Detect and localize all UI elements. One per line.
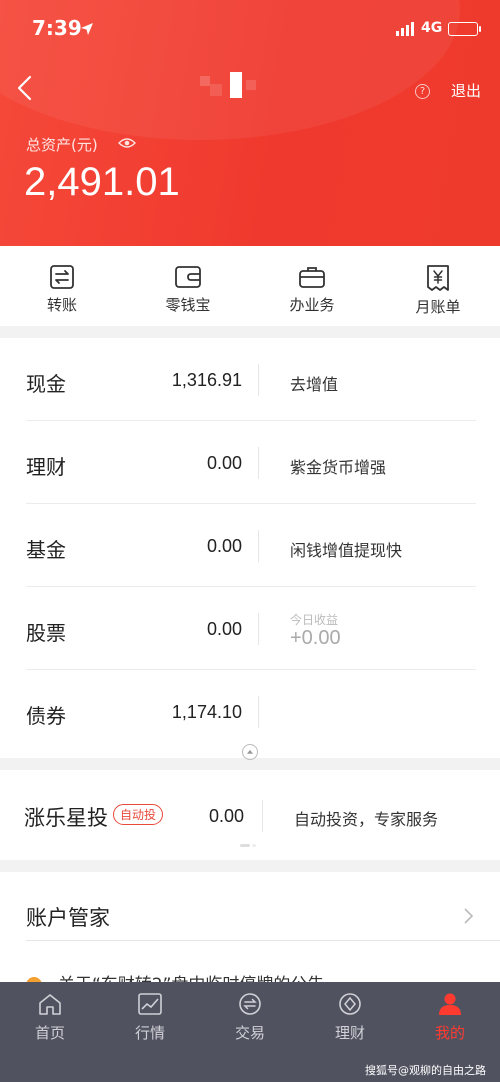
location-icon — [81, 23, 93, 35]
asset-name: 股票 — [26, 621, 66, 645]
transfer-icon — [50, 265, 74, 289]
user-icon — [439, 993, 461, 1015]
tab-home[interactable]: 首页 — [0, 992, 100, 1043]
star-invest-desc[interactable]: 自动投资，专家服务 — [294, 806, 438, 830]
star-invest-name: 涨乐星投 — [24, 806, 108, 830]
battery-icon — [448, 22, 481, 36]
divider — [258, 364, 259, 396]
transfer-button[interactable]: 转账 — [12, 264, 112, 315]
transfer-label: 转账 — [46, 296, 77, 314]
chart-icon — [138, 993, 162, 1015]
account-manager-title: 账户管家 — [26, 906, 110, 930]
services-button[interactable]: 办业务 — [262, 264, 362, 315]
divider — [258, 530, 259, 562]
finance-icon — [339, 993, 361, 1015]
asset-row-stock[interactable]: 股票 0.00 今日收益 +0.00 — [0, 587, 500, 670]
tab-trade[interactable]: 交易 — [200, 992, 300, 1043]
asset-row-cash[interactable]: 现金 1,316.91 去增值 — [0, 338, 500, 421]
monthly-bill-label: 月账单 — [415, 298, 461, 316]
briefcase-icon — [299, 267, 325, 288]
home-icon — [39, 994, 61, 1015]
divider — [258, 613, 259, 645]
tab-label: 首页 — [34, 1024, 65, 1042]
asset-value: 0.00 — [206, 536, 242, 556]
services-label: 办业务 — [289, 296, 335, 314]
star-invest-value: 0.00 — [208, 806, 244, 826]
asset-name: 现金 — [26, 372, 66, 396]
asset-row-fund[interactable]: 基金 0.00 闲钱增值提现快 — [0, 504, 500, 587]
asset-value: 1,316.91 — [171, 370, 242, 390]
asset-promo-link[interactable]: 闲钱增值提现快 — [290, 537, 402, 561]
today-earnings-label: 今日收益 — [290, 613, 339, 627]
tab-label: 我的 — [434, 1024, 465, 1042]
wallet-icon — [175, 266, 201, 288]
divider — [258, 447, 259, 479]
collapse-up-icon[interactable] — [242, 744, 258, 760]
quick-actions-bar: 转账 零钱宝 办业务 月账单 — [0, 246, 500, 326]
logout-button[interactable]: 退出 — [451, 80, 481, 101]
help-icon[interactable]: ? — [415, 84, 430, 99]
asset-row-bond[interactable]: 债券 1,174.10 — [0, 670, 500, 753]
network-type: 4G — [421, 20, 443, 36]
asset-promo-link[interactable]: 去增值 — [290, 371, 338, 395]
asset-value: 0.00 — [206, 453, 242, 473]
account-header: 7:39 4G ? 退出 总资产(元) 2,491.01 — [0, 0, 500, 246]
asset-name: 基金 — [26, 538, 66, 562]
tab-label: 行情 — [134, 1024, 165, 1042]
asset-value: 0.00 — [206, 619, 242, 639]
account-name-obscured — [196, 70, 260, 104]
divider — [262, 800, 263, 832]
page-indicator — [240, 844, 256, 847]
tab-market[interactable]: 行情 — [100, 992, 200, 1043]
eye-icon[interactable] — [118, 137, 136, 149]
tab-label: 理财 — [334, 1024, 365, 1042]
account-manager-card: 账户管家 关于“东财转2”盘中临时停牌的公告 — [0, 872, 500, 995]
total-assets-value: 2,491.01 — [24, 160, 180, 204]
monthly-bill-button[interactable]: 月账单 — [388, 264, 488, 317]
chevron-right-icon[interactable] — [462, 906, 474, 926]
asset-name: 债券 — [26, 704, 66, 728]
status-bar: 7:39 4G — [0, 0, 500, 60]
tab-label: 交易 — [234, 1024, 265, 1042]
divider — [258, 696, 259, 728]
asset-row-wealth[interactable]: 理财 0.00 紫金货币增强 — [0, 421, 500, 504]
today-earnings-value: +0.00 — [290, 627, 341, 649]
back-arrow-icon[interactable] — [14, 74, 38, 102]
total-assets-label: 总资产(元) — [26, 136, 98, 154]
auto-invest-badge: 自动投 — [113, 804, 164, 825]
asset-name: 理财 — [26, 455, 66, 479]
star-invest-card[interactable]: 涨乐星投 自动投 0.00 自动投资，专家服务 — [0, 770, 500, 860]
exchange-icon — [239, 993, 261, 1015]
watermark: 搜狐号@观柳的自由之路 — [365, 1064, 486, 1077]
asset-promo-link[interactable]: 紫金货币增强 — [290, 454, 386, 478]
wallet-button[interactable]: 零钱宝 — [138, 264, 238, 315]
section-divider — [26, 940, 500, 941]
signal-icon — [396, 22, 416, 36]
bill-icon — [427, 265, 449, 291]
asset-value: 1,174.10 — [171, 702, 242, 722]
wallet-label: 零钱宝 — [165, 296, 211, 314]
status-time: 7:39 — [32, 16, 82, 40]
asset-breakdown-card: 现金 1,316.91 去增值 理财 0.00 紫金货币增强 基金 0.00 闲… — [0, 338, 500, 760]
tab-mine[interactable]: 我的 — [400, 992, 500, 1043]
tab-finance[interactable]: 理财 — [300, 992, 400, 1043]
